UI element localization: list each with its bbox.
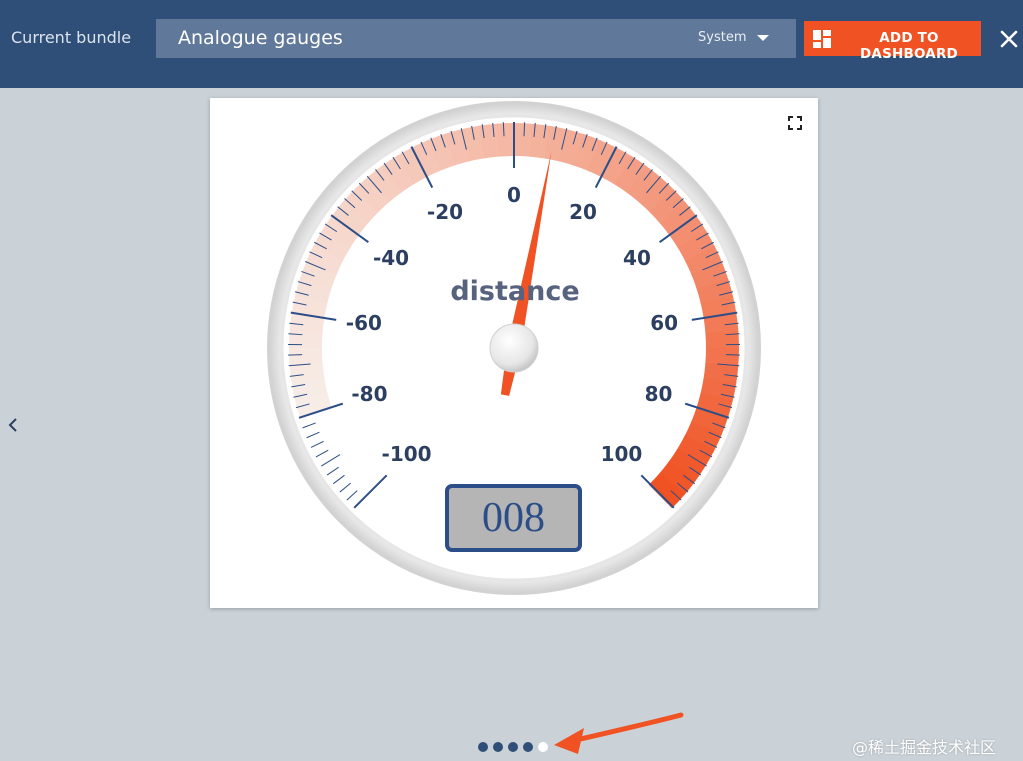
chevron-down-icon — [757, 35, 769, 41]
pager-dot[interactable] — [508, 742, 518, 752]
tick-label: -60 — [345, 311, 382, 336]
chevron-left-icon[interactable] — [4, 414, 24, 436]
watermark: @稀土掘金技术社区 — [852, 738, 997, 757]
bundle-scope: System — [698, 30, 747, 45]
tick-label: 60 — [650, 311, 679, 336]
top-bar: Current bundle Analogue gauges System AD… — [0, 0, 1023, 88]
needle-hub — [489, 323, 539, 373]
annotation-arrow — [554, 712, 684, 754]
gauge-title: distance — [450, 276, 580, 307]
tick-label: -100 — [381, 442, 432, 467]
tick-label: 80 — [644, 381, 673, 406]
add-to-dashboard-button[interactable]: ADD TO DASHBOARD — [804, 21, 981, 62]
tick-label: 0 — [507, 183, 521, 207]
pager-dot[interactable] — [538, 742, 548, 752]
bundle-label: Current bundle — [11, 28, 132, 47]
pager-dot[interactable] — [478, 742, 488, 752]
tick-label: -20 — [426, 199, 464, 224]
dashboard-icon — [813, 30, 831, 48]
minor-tick — [523, 122, 526, 137]
color-band-segment — [496, 123, 516, 157]
tick-label: -40 — [372, 245, 410, 270]
tick-label: 20 — [569, 199, 597, 224]
bundle-select[interactable]: Analogue gauges System — [156, 19, 796, 58]
tick-label: 40 — [623, 245, 651, 270]
close-icon[interactable] — [995, 25, 1023, 53]
pager-dot[interactable] — [523, 742, 533, 752]
selected-bundle: Analogue gauges — [178, 27, 343, 49]
digital-readout: 008 — [445, 484, 582, 552]
tick-label: -80 — [351, 381, 388, 406]
tick-label: 100 — [600, 442, 643, 467]
pager-dot[interactable] — [493, 742, 503, 752]
gauge-card: -100 -80 -60 -40 -20 0 20 40 60 80 100 distance 00… — [210, 98, 818, 608]
minor-tick — [502, 122, 505, 137]
add-to-dashboard-label: ADD TO DASHBOARD — [860, 30, 958, 62]
color-band-segment — [289, 346, 323, 366]
color-band-segment — [705, 330, 739, 350]
